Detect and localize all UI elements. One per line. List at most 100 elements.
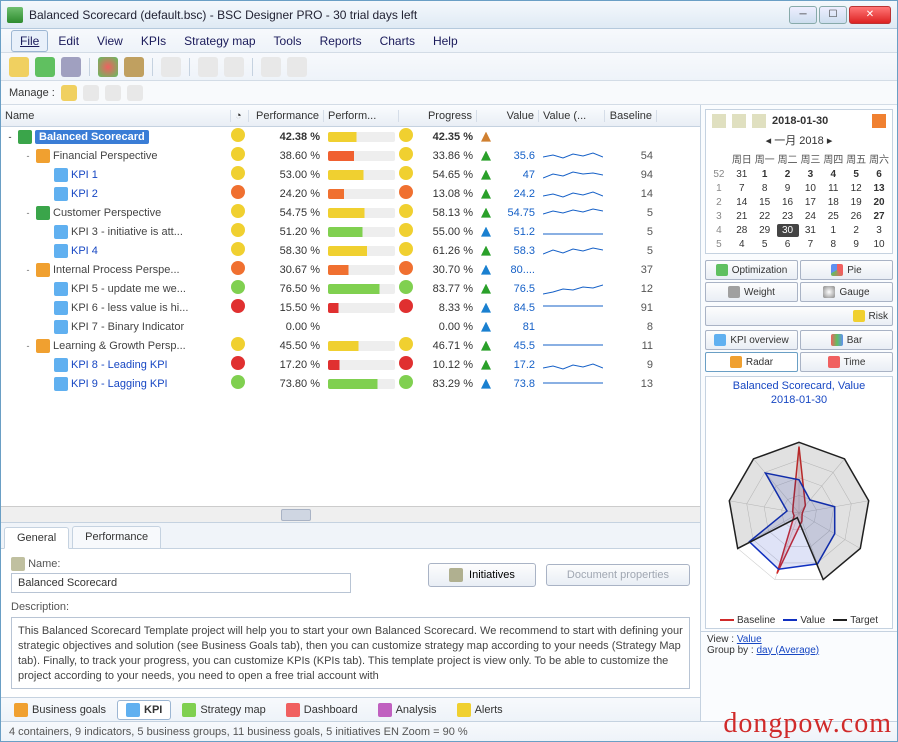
view-link[interactable]: Value [737, 634, 762, 645]
separator [152, 58, 153, 76]
calendar-month: 一月 2018 [774, 135, 824, 147]
manage-icon-4 [127, 85, 143, 101]
scrollbar-thumb[interactable] [281, 509, 311, 521]
menu-strategy[interactable]: Strategy map [176, 31, 263, 51]
description-text[interactable]: This Balanced Scorecard Template project… [11, 617, 690, 689]
tree-row[interactable]: KPI 6 - less value is hi...15.50 %8.33 %… [1, 298, 700, 317]
col-value[interactable]: Value [491, 110, 539, 122]
tool-disabled-5-icon [287, 57, 307, 77]
tree-row[interactable]: -Balanced Scorecard42.38 %42.35 % [1, 127, 700, 146]
document-properties-button[interactable]: Document properties [546, 564, 690, 586]
rbtn-kpi-overview[interactable]: KPI overview [705, 330, 798, 350]
tab-performance[interactable]: Performance [72, 526, 161, 548]
tree-row[interactable]: KPI 5 - update me we...76.50 %83.77 %76.… [1, 279, 700, 298]
date-icon-2[interactable] [732, 114, 746, 128]
tool-open-icon[interactable] [35, 57, 55, 77]
tool-disabled-2-icon [198, 57, 218, 77]
date-picker[interactable]: 2018-01-30 ◂ 一月 2018 ▸ 周日周一周二周三周四周五周六523… [705, 109, 893, 254]
col-perform-graph[interactable]: Perform... [324, 110, 399, 122]
rbtn-weight[interactable]: Weight [705, 282, 798, 302]
minimize-button[interactable]: ─ [789, 6, 817, 24]
manage-icon-2 [83, 85, 99, 101]
menu-view[interactable]: View [89, 31, 131, 51]
maximize-button[interactable]: ☐ [819, 6, 847, 24]
initiatives-button[interactable]: Initiatives [428, 563, 536, 587]
tool-palette-icon[interactable] [98, 57, 118, 77]
btab-business-goals[interactable]: Business goals [5, 700, 115, 720]
col-performance[interactable]: Performance [249, 110, 324, 122]
chart-info: View : Value Group by : day (Average) [701, 631, 897, 658]
statusbar: 4 containers, 9 indicators, 5 business g… [1, 721, 897, 741]
rbtn-pie[interactable]: Pie [800, 260, 893, 280]
date-refresh-icon[interactable] [872, 114, 886, 128]
tree-row[interactable]: KPI 9 - Lagging KPI73.80 %83.29 %73.813 [1, 374, 700, 393]
col-name[interactable]: Name [1, 110, 231, 122]
toolbar [1, 53, 897, 81]
manage-icon-3 [105, 85, 121, 101]
separator [89, 58, 90, 76]
optimization-icon [716, 264, 728, 276]
col-icon[interactable]: ◔ [231, 110, 249, 122]
tree-row[interactable]: -Financial Perspective38.60 %33.86 %35.6… [1, 146, 700, 165]
menu-file[interactable]: File [11, 30, 48, 52]
strategy-map-icon [182, 703, 196, 717]
weight-icon [728, 286, 740, 298]
tree-row[interactable]: KPI 153.00 %54.65 %4794 [1, 165, 700, 184]
tree-row[interactable]: KPI 8 - Leading KPI17.20 %10.12 %17.29 [1, 355, 700, 374]
horizontal-scrollbar[interactable] [1, 506, 700, 522]
tree-row[interactable]: KPI 7 - Binary Indicator0.00 %0.00 %818 [1, 317, 700, 336]
description-label: Description: [11, 601, 690, 613]
col-baseline[interactable]: Baseline [605, 110, 657, 122]
initiatives-icon [449, 568, 463, 582]
calendar-grid[interactable]: 周日周一周二周三周四周五周六52311234561789101112132141… [708, 150, 890, 251]
manage-label: Manage : [9, 87, 55, 99]
btab-analysis[interactable]: Analysis [369, 700, 446, 720]
tree-header: Name ◔ Performance Perform... Progress V… [1, 105, 700, 127]
detail-tabs: General Performance [1, 522, 700, 548]
tree-row[interactable]: -Learning & Growth Persp...45.50 %46.71 … [1, 336, 700, 355]
tree-row[interactable]: KPI 224.20 %13.08 %24.214 [1, 184, 700, 203]
menu-reports[interactable]: Reports [312, 31, 370, 51]
window-title: Balanced Scorecard (default.bsc) - BSC D… [29, 8, 789, 22]
kpi-tree[interactable]: -Balanced Scorecard42.38 %42.35 %-Financ… [1, 127, 700, 506]
btab-kpi[interactable]: KPI [117, 700, 171, 720]
calendar-icon[interactable] [752, 114, 766, 128]
btab-alerts[interactable]: Alerts [448, 700, 512, 720]
kpi-overview-icon [714, 334, 726, 346]
tree-row[interactable]: -Customer Perspective54.75 %58.13 %54.75… [1, 203, 700, 222]
pie-icon [831, 264, 843, 276]
menu-tools[interactable]: Tools [266, 31, 310, 51]
tree-row[interactable]: KPI 458.30 %61.26 %58.35 [1, 241, 700, 260]
manage-bar: Manage : [1, 81, 897, 105]
rbtn-time[interactable]: Time [800, 352, 893, 372]
rbtn-risk[interactable]: Risk [705, 306, 893, 326]
rbtn-radar[interactable]: Radar [705, 352, 798, 372]
tool-new-icon[interactable] [9, 57, 29, 77]
tree-row[interactable]: KPI 3 - initiative is att...51.20 %55.00… [1, 222, 700, 241]
date-icon-1[interactable] [712, 114, 726, 128]
manage-icon-1[interactable] [61, 85, 77, 101]
menu-kpis[interactable]: KPIs [133, 31, 174, 51]
menu-charts[interactable]: Charts [372, 31, 423, 51]
tab-general[interactable]: General [4, 527, 69, 549]
analysis-icon [378, 703, 392, 717]
rbtn-bar[interactable]: Bar [800, 330, 893, 350]
group-link[interactable]: day (Average) [756, 645, 819, 656]
rbtn-gauge[interactable]: Gauge [800, 282, 893, 302]
rbtn-optimization[interactable]: Optimization [705, 260, 798, 280]
btab-strategy-map[interactable]: Strategy map [173, 700, 274, 720]
tool-save-icon[interactable] [61, 57, 81, 77]
col-value-graph[interactable]: Value (... [539, 110, 605, 122]
time-icon [828, 356, 840, 368]
btab-dashboard[interactable]: Dashboard [277, 700, 367, 720]
tool-copy-icon[interactable] [124, 57, 144, 77]
menu-edit[interactable]: Edit [50, 31, 87, 51]
tool-disabled-4-icon [261, 57, 281, 77]
radar-icon [730, 356, 742, 368]
menu-help[interactable]: Help [425, 31, 466, 51]
name-field[interactable]: Balanced Scorecard [11, 573, 351, 593]
dashboard-icon [286, 703, 300, 717]
tree-row[interactable]: -Internal Process Perspe...30.67 %30.70 … [1, 260, 700, 279]
col-progress[interactable]: Progress [417, 110, 477, 122]
close-button[interactable]: ✕ [849, 6, 891, 24]
